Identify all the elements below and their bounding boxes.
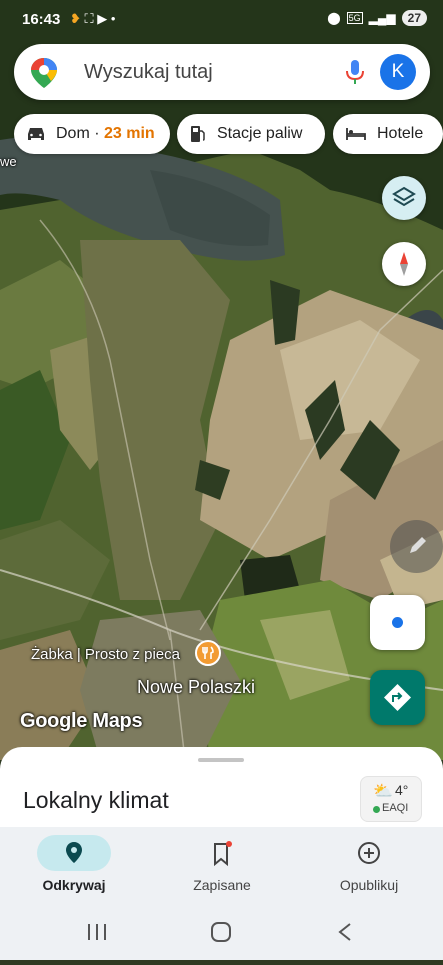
google-maps-watermark: Google Maps (20, 710, 143, 732)
layers-button[interactable] (382, 176, 426, 220)
compass-button[interactable] (382, 242, 426, 286)
nav-contribute[interactable]: Opublikuj (295, 827, 443, 902)
add-circle-icon (358, 842, 380, 864)
car-icon (26, 126, 46, 142)
partly-cloudy-icon: ⛅ (373, 783, 393, 800)
screenshot-icon: ⛶ (84, 11, 94, 26)
status-bar: 16:43 ❥ ⛶ ▶ • ⬤ 5G ▂▄▆ 27 (0, 0, 443, 40)
nav-explore[interactable]: Odkrywaj (0, 827, 148, 902)
maps-logo-icon (30, 57, 58, 94)
my-location-button[interactable] (370, 595, 425, 650)
chip-home-separator: · (89, 125, 104, 142)
weather-temperature: 4° (395, 782, 409, 798)
youtube-icon: ▶ (97, 11, 108, 26)
compass-icon (400, 252, 408, 276)
sheet-drag-handle[interactable] (198, 758, 244, 762)
directions-icon (384, 684, 411, 711)
app-notification-icon: ❥ (70, 11, 81, 26)
fuel-pump-icon (189, 124, 207, 144)
battery-indicator: 27 (401, 10, 427, 26)
my-location-icon (392, 617, 403, 628)
directions-button[interactable] (370, 670, 425, 725)
weather-widget[interactable]: ⛅ 4° EAQI (360, 776, 422, 822)
location-status-icon: ⬤ (327, 11, 341, 25)
poi-label-zabka[interactable]: Żabka | Prosto z pieca (31, 646, 180, 663)
system-navigation-bar (0, 902, 443, 960)
pencil-icon (410, 537, 426, 553)
restaurant-pin-icon[interactable] (195, 640, 221, 666)
account-avatar[interactable]: K (380, 54, 416, 90)
search-placeholder[interactable]: Wyszukaj tutaj (84, 61, 213, 84)
back-icon[interactable] (338, 923, 351, 941)
nav-contribute-label: Opublikuj (339, 877, 399, 893)
signal-icon: ▂▄▆ (368, 11, 396, 25)
chip-home-eta: 23 min (104, 125, 155, 142)
bottom-navigation: Odkrywaj Zapisane Opublikuj (0, 827, 443, 902)
notification-icons: ❥ ⛶ ▶ • (70, 11, 115, 27)
search-bar[interactable]: Wyszukaj tutaj K (14, 44, 430, 100)
town-label: Nowe Polaszki (137, 677, 256, 697)
network-type: 5G (346, 12, 363, 24)
nav-explore-label: Odkrywaj (42, 877, 106, 893)
chip-fuel-stations[interactable]: Stacje paliw (177, 114, 325, 154)
bookmark-icon (214, 841, 232, 867)
chip-home-label: Dom (56, 125, 90, 142)
dot-icon: • (110, 11, 116, 26)
sheet-title: Lokalny klimat (23, 787, 169, 813)
recent-apps-icon[interactable] (88, 924, 106, 940)
home-icon[interactable] (211, 922, 231, 942)
location-pin-icon (66, 842, 82, 863)
chip-hotels[interactable]: Hotele (333, 114, 443, 154)
nav-saved[interactable]: Zapisane (148, 827, 296, 902)
bed-icon (345, 126, 367, 142)
nav-saved-label: Zapisane (193, 877, 251, 893)
aqi-dot-icon (373, 806, 380, 813)
chip-hotels-label: Hotele (377, 125, 424, 142)
system-icons: ⬤ 5G ▂▄▆ 27 (327, 10, 427, 26)
layers-icon (392, 186, 416, 207)
chip-fuel-label: Stacje paliw (217, 125, 303, 142)
chip-home[interactable]: Dom · 23 min (14, 114, 170, 154)
map-edge-label: we (0, 154, 17, 169)
edit-map-button[interactable] (390, 520, 443, 573)
aqi-label: EAQI (382, 802, 409, 814)
microphone-icon[interactable] (344, 58, 366, 91)
status-time: 16:43 (22, 11, 61, 28)
